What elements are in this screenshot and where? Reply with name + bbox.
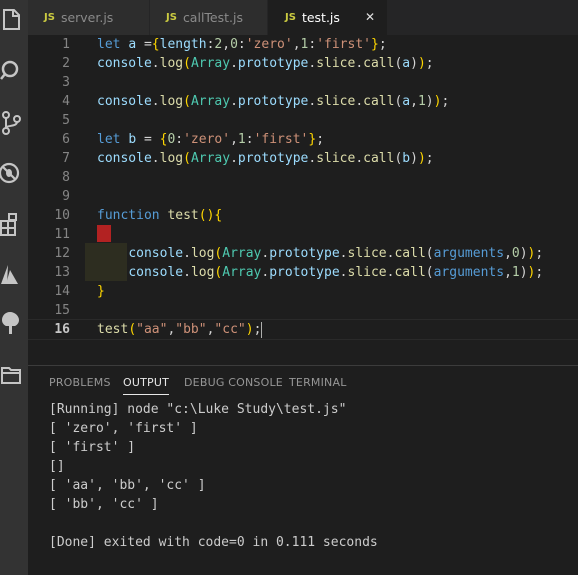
- azure-icon[interactable]: [0, 262, 24, 288]
- tab-test-js[interactable]: JS test.js ✕: [268, 0, 388, 35]
- code-line: 9: [62, 189, 70, 204]
- output-line: []: [49, 459, 65, 474]
- tab-debug-console[interactable]: DEBUG CONSOLE: [184, 376, 283, 389]
- close-icon[interactable]: ✕: [365, 10, 375, 24]
- output-line: [Done] exited with code=0 in 0.111 secon…: [49, 535, 378, 550]
- code-line: 15: [54, 303, 70, 318]
- code-line: 6 let b = {0:'zero',1:'first'};: [62, 132, 325, 147]
- source-control-icon[interactable]: [0, 110, 24, 136]
- tab-problems[interactable]: PROBLEMS: [49, 376, 111, 389]
- code-line: 8: [62, 170, 70, 185]
- editor-tab-bar: JS server.js JS callTest.js JS test.js ✕: [28, 0, 578, 35]
- extensions-icon[interactable]: [0, 212, 24, 238]
- js-file-icon: JS: [44, 12, 55, 23]
- code-line: 13 console.log(Array.prototype.slice.cal…: [54, 265, 544, 280]
- tab-terminal[interactable]: TERMINAL: [289, 376, 347, 389]
- code-line: 2 console.log(Array.prototype.slice.call(…: [62, 56, 434, 71]
- code-line: 10 function test(){: [54, 208, 223, 223]
- output-line: [ 'aa', 'bb', 'cc' ]: [49, 478, 206, 493]
- output-line: [ 'bb', 'cc' ]: [49, 497, 159, 512]
- js-file-icon: JS: [166, 12, 177, 23]
- tree-icon[interactable]: [0, 310, 24, 336]
- code-line: 1 let a ={length:2,0:'zero',1:'first'};: [62, 37, 387, 52]
- tab-calltest-js[interactable]: JS callTest.js: [150, 0, 268, 35]
- code-line: 14}: [54, 284, 105, 299]
- search-icon[interactable]: [0, 58, 24, 84]
- debug-icon[interactable]: [0, 160, 24, 186]
- output-line: [ 'zero', 'first' ]: [49, 421, 198, 436]
- output-line: [Running] node "c:\Luke Study\test.js": [49, 402, 347, 417]
- code-line: 4 console.log(Array.prototype.slice.call(…: [62, 94, 450, 109]
- code-line: 7 console.log(Array.prototype.slice.call(…: [62, 151, 434, 166]
- explorer-icon[interactable]: [0, 6, 24, 32]
- code-editor[interactable]: 1 let a ={length:2,0:'zero',1:'first'}; 2…: [28, 35, 578, 365]
- code-line: 11: [54, 227, 70, 242]
- js-file-icon: JS: [285, 12, 296, 23]
- code-line: 3: [62, 75, 70, 90]
- output-line: [ 'first' ]: [49, 440, 136, 455]
- code-line: 5: [62, 113, 70, 128]
- tab-server-js[interactable]: JS server.js: [28, 0, 150, 35]
- code-line-current: 16 test("aa","bb","cc");: [28, 319, 578, 340]
- text-cursor: [261, 321, 263, 338]
- tab-output[interactable]: OUTPUT: [123, 376, 170, 395]
- bottom-panel: PROBLEMS OUTPUT DEBUG CONSOLE TERMINAL […: [28, 365, 578, 575]
- tab-label: callTest.js: [182, 10, 243, 25]
- folder-icon[interactable]: [0, 362, 24, 388]
- tab-label: server.js: [60, 10, 114, 25]
- activity-bar: [0, 0, 28, 575]
- tab-label: test.js: [301, 10, 340, 25]
- code-line: 12 console.log(Array.prototype.slice.cal…: [54, 246, 544, 261]
